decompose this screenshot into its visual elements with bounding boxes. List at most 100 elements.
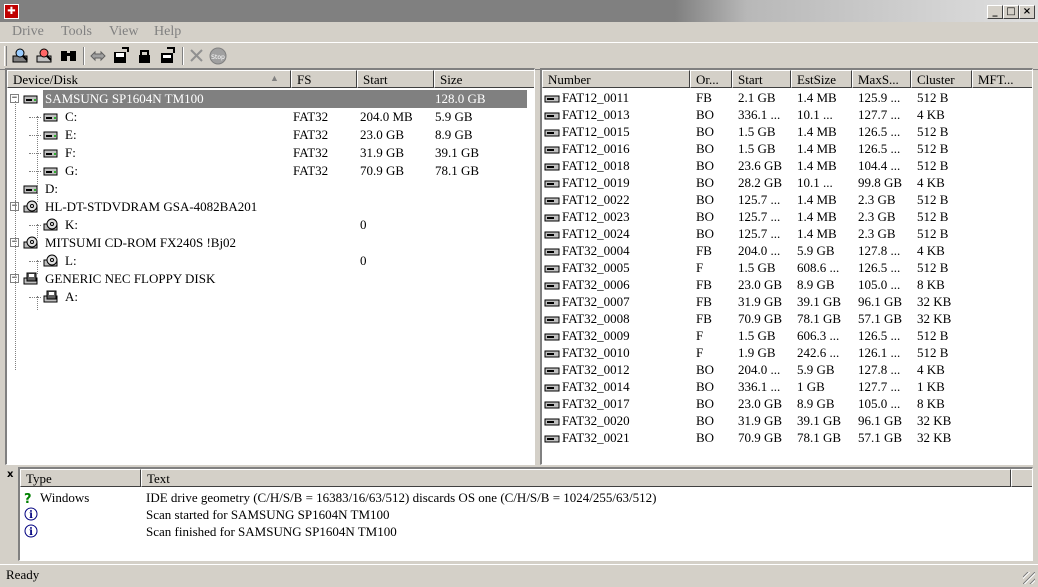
number-cell: FAT12_0016 [562, 141, 630, 156]
start-cell: 31.9 GB [738, 413, 783, 428]
lock-button[interactable] [134, 46, 156, 66]
partition-icon [544, 163, 560, 171]
resize-grip[interactable] [1023, 572, 1035, 584]
origin-cell: BO [696, 396, 715, 411]
partition-row[interactable]: FAT32_0006 FB 23.0 GB 8.9 GB 105.0 ... 8 KB [542, 276, 1032, 293]
menu-drive[interactable]: Drive [12, 24, 44, 40]
scan-drive-button[interactable] [10, 46, 32, 66]
tree-row[interactable]: D: [7, 180, 534, 198]
swap-button[interactable] [87, 46, 109, 66]
cancel-button[interactable] [186, 46, 208, 66]
partition-row[interactable]: FAT32_0010 F 1.9 GB 242.6 ... 126.1 ... 512 B [542, 344, 1032, 361]
tree-row[interactable]: C: FAT32 204.0 MB 5.9 GB [7, 108, 534, 126]
partition-icon [544, 245, 560, 259]
list-column-header[interactable]: EstSize [791, 70, 852, 88]
partition-row[interactable]: FAT32_0009 F 1.5 GB 606.3 ... 126.5 ... 512 B [542, 327, 1032, 344]
cd-icon [43, 254, 59, 268]
column-header-text[interactable]: Text [141, 469, 1011, 487]
partition-row[interactable]: FAT12_0024 BO 125.7 ... 1.4 MB 2.3 GB 512 B [542, 225, 1032, 242]
tree-row[interactable]: A: [7, 288, 534, 306]
menu-tools[interactable]: Tools [61, 24, 92, 40]
estsize-cell: 1.4 MB [797, 226, 837, 241]
partition-row[interactable]: FAT32_0008 FB 70.9 GB 78.1 GB 57.1 GB 32 KB [542, 310, 1032, 327]
partition-row[interactable]: FAT12_0016 BO 1.5 GB 1.4 MB 126.5 ... 512 B [542, 140, 1032, 157]
cd-drive-icon [23, 236, 39, 250]
list-column-header[interactable]: MFT... [972, 70, 1032, 88]
partition-icon [544, 299, 560, 307]
estsize-cell: 78.1 GB [797, 430, 842, 445]
list-column-header[interactable]: Or... [690, 70, 732, 88]
column-header-start[interactable]: Start [357, 70, 434, 88]
partition-row[interactable]: FAT32_0004 FB 204.0 ... 5.9 GB 127.8 ... 4 KB [542, 242, 1032, 259]
partition-row[interactable]: FAT12_0013 BO 336.1 ... 10.1 ... 127.7 ... 4 … [542, 106, 1032, 123]
log-row[interactable]: i Scan started for SAMSUNG SP1604N TM100 [20, 506, 1030, 523]
partition-row[interactable]: FAT12_0018 BO 23.6 GB 1.4 MB 104.4 ... 512 B [542, 157, 1032, 174]
tree-connector [15, 101, 16, 209]
partition-row[interactable]: FAT32_0012 BO 204.0 ... 5.9 GB 127.8 ... 4 KB [542, 361, 1032, 378]
tree-row[interactable]: G: FAT32 70.9 GB 78.1 GB [7, 162, 534, 180]
menu-help[interactable]: Help [154, 24, 181, 40]
partition-row[interactable]: FAT12_0011 FB 2.1 GB 1.4 MB 125.9 ... 512 B [542, 89, 1032, 106]
device-name: E: [65, 127, 77, 142]
partition-list-panel[interactable]: Number Or... Start EstSize MaxS... Cluster MFT… [540, 68, 1033, 465]
log-row[interactable]: ? Windows IDE drive geometry (C/H/S/B = 16… [20, 489, 1030, 507]
find-button[interactable] [58, 46, 80, 66]
number-cell: FAT12_0019 [562, 175, 630, 190]
origin-cell: BO [696, 430, 715, 445]
partition-row[interactable]: FAT12_0022 BO 125.7 ... 1.4 MB 2.3 GB 512 B [542, 191, 1032, 208]
column-header-fs[interactable]: FS [291, 70, 357, 88]
tree-row[interactable]: − GENERIC NEC FLOPPY DISK [7, 270, 534, 288]
column-header-size[interactable]: Size [434, 70, 534, 88]
stop-button[interactable]: Stop [207, 46, 229, 66]
estsize-cell: 1.4 MB [797, 141, 837, 156]
maximize-button[interactable]: □ [1003, 5, 1019, 19]
close-log-button[interactable]: x [7, 469, 13, 480]
start-cell: 125.7 ... [738, 209, 781, 224]
save-button[interactable] [110, 46, 132, 66]
tree-row[interactable]: E: FAT32 23.0 GB 8.9 GB [7, 126, 534, 144]
tree-row[interactable]: − MITSUMI CD-ROM FX240S !Bj02 [7, 234, 534, 252]
partition-row[interactable]: FAT32_0020 BO 31.9 GB 39.1 GB 96.1 GB 32 KB [542, 412, 1032, 429]
number-cell: FAT12_0015 [562, 124, 630, 139]
tree-row[interactable]: − HL-DT-STDVDRAM GSA-4082BA201 [7, 198, 534, 216]
list-column-header[interactable]: Start [732, 70, 791, 88]
scan-partition-button[interactable] [34, 46, 56, 66]
tree-connector [37, 260, 38, 274]
list-column-header[interactable]: Number [542, 70, 690, 88]
cd-drive-icon [23, 200, 38, 213]
origin-cell: FB [696, 277, 712, 292]
column-header-device[interactable]: Device/Disk ▲ [7, 70, 291, 88]
partition-icon [544, 265, 560, 273]
maxsize-cell: 96.1 GB [858, 413, 903, 428]
partition-row[interactable]: FAT32_0021 BO 70.9 GB 78.1 GB 57.1 GB 32 KB [542, 429, 1032, 446]
log-row[interactable]: i Scan finished for SAMSUNG SP1604N TM100 [20, 523, 1030, 540]
device-tree-panel[interactable]: Device/Disk ▲ FS Start Size − SAMSUNG SP1… [5, 68, 535, 465]
origin-cell: FB [696, 311, 712, 326]
log-panel[interactable]: Type Text ? Windows IDE drive geometry (C/… [18, 467, 1033, 561]
close-window-button[interactable]: × [1019, 5, 1035, 19]
partition-icon [544, 381, 560, 395]
partition-row[interactable]: FAT32_0005 F 1.5 GB 608.6 ... 126.5 ... 512 B [542, 259, 1032, 276]
column-header-type[interactable]: Type [20, 469, 141, 487]
column-header-label: Type [26, 471, 52, 486]
list-column-header[interactable]: Cluster [911, 70, 972, 88]
tree-row[interactable]: K: 0 [7, 216, 534, 234]
minimize-button[interactable]: _ [987, 5, 1003, 19]
partition-icon [43, 167, 58, 176]
partition-row[interactable]: FAT12_0015 BO 1.5 GB 1.4 MB 126.5 ... 512 B [542, 123, 1032, 140]
partition-row[interactable]: FAT32_0007 FB 31.9 GB 39.1 GB 96.1 GB 32 KB [542, 293, 1032, 310]
partition-row[interactable]: FAT12_0019 BO 28.2 GB 10.1 ... 99.8 GB 4 KB [542, 174, 1032, 191]
start-cell: 23.0 GB [360, 127, 405, 142]
partition-row[interactable]: FAT12_0023 BO 125.7 ... 1.4 MB 2.3 GB 512 B [542, 208, 1032, 225]
list-column-header[interactable]: MaxS... [852, 70, 911, 88]
tree-row[interactable]: − SAMSUNG SP1604N TM100 128.0 GB [7, 90, 534, 108]
maxsize-cell: 127.8 ... [858, 362, 901, 377]
menu-view[interactable]: View [109, 24, 138, 40]
partition-row[interactable]: FAT32_0014 BO 336.1 ... 1 GB 127.7 ... 1 KB [542, 378, 1032, 395]
partition-row[interactable]: FAT32_0017 BO 23.0 GB 8.9 GB 105.0 ... 8 KB [542, 395, 1032, 412]
cluster-cell: 512 B [917, 192, 949, 207]
tree-row[interactable]: L: 0 [7, 252, 534, 270]
cluster-cell: 1 KB [917, 379, 945, 394]
tree-row[interactable]: F: FAT32 31.9 GB 39.1 GB [7, 144, 534, 162]
export-button[interactable] [157, 46, 179, 66]
